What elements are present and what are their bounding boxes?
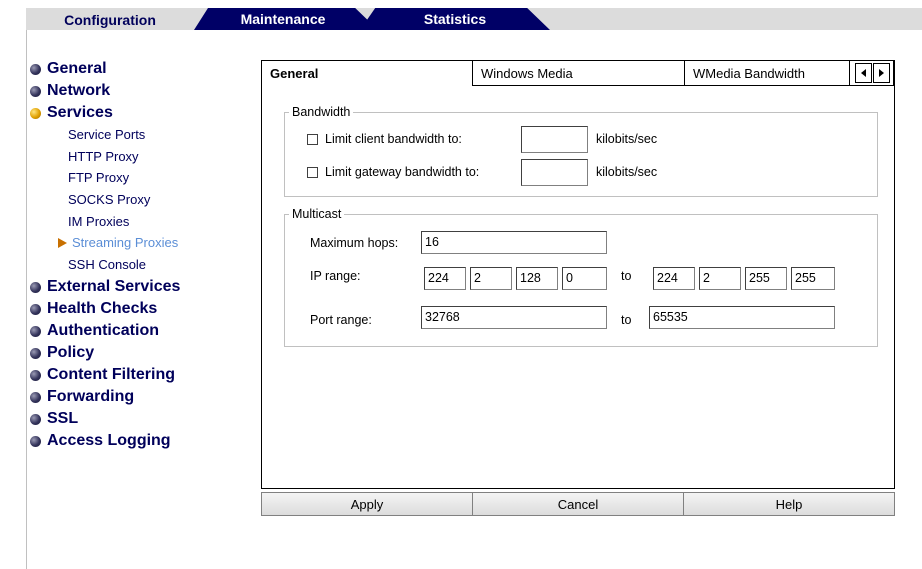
sidebar-item-label: Policy [47,344,95,362]
sidebar-item-label: Health Checks [47,300,158,318]
tab-windows-media[interactable]: Windows Media [473,61,685,86]
port-range-to-label: to [621,313,632,327]
current-arrow-icon [58,237,67,248]
services-submenu: Service Ports HTTP Proxy FTP Proxy SOCKS… [30,124,255,275]
sidebar-item-health-checks[interactable]: Health Checks [30,298,255,320]
help-button[interactable]: Help [684,492,895,516]
tab-maintenance-label: Maintenance [240,11,326,27]
sidebar-item-label: Content Filtering [47,366,175,384]
sidebar-subitem-label: Streaming Proxies [72,235,179,251]
arrow-right-icon [879,69,884,77]
tab-general[interactable]: General [262,61,473,86]
bullet-icon [30,435,41,447]
bandwidth-legend: Bandwidth [292,105,351,119]
ip-from-octet-2[interactable]: 2 [470,267,512,290]
arrow-left-icon [861,69,866,77]
ip-from-octet-4[interactable]: 0 [562,267,607,290]
sidebar-item-ssl[interactable]: SSL [30,408,255,430]
cancel-button[interactable]: Cancel [473,492,684,516]
sidebar-item-label: Network [47,82,111,99]
tab-scroll-right-button[interactable] [873,63,890,83]
bullet-icon [30,391,41,403]
port-from-input[interactable]: 32768 [421,306,607,329]
sidebar-item-label: General [47,60,107,77]
gateway-bandwidth-input[interactable] [521,159,588,186]
sidebar-item-services[interactable]: Services [30,102,255,124]
bullet-icon [30,369,41,381]
sidebar-item-policy[interactable]: Policy [30,342,255,364]
sidebar-item-label: Forwarding [47,388,135,406]
sidebar-item-access-logging[interactable]: Access Logging [30,430,255,452]
bullet-icon [30,347,41,359]
limit-gateway-bandwidth-label: Limit gateway bandwidth to: [325,165,480,179]
sidebar-item-forwarding[interactable]: Forwarding [30,386,255,408]
sidebar-item-network[interactable]: Network [30,80,255,102]
sidebar-item-label: SSL [47,410,79,428]
button-bar: Apply Cancel Help [261,492,895,516]
sidebar-subitem-im-proxies[interactable]: IM Proxies [68,210,255,232]
max-hops-label: Maximum hops: [310,236,399,250]
sidebar-item-content-filtering[interactable]: Content Filtering [30,364,255,386]
bullet-icon [30,281,41,293]
limit-client-bandwidth-label: Limit client bandwidth to: [325,132,462,146]
ip-from-octet-1[interactable]: 224 [424,267,466,290]
bullet-icon [30,303,41,315]
bullet-icon [30,325,41,337]
bullet-icon [30,413,41,425]
sidebar-item-general[interactable]: General [30,58,255,80]
tab-statistics-label: Statistics [423,11,487,27]
port-to-input[interactable]: 65535 [649,306,835,329]
sidebar-item-label: External Services [47,278,181,296]
tab-maintenance[interactable]: Maintenance [188,8,378,30]
ip-range-label: IP range: [310,269,361,283]
content-panel: General Windows Media WMedia Bandwidth B… [261,60,895,489]
sidebar-subitem-socks-proxy[interactable]: SOCKS Proxy [68,189,255,211]
tab-statistics[interactable]: Statistics [360,8,550,30]
port-range-label: Port range: [310,313,372,327]
sidebar-item-label: Services [47,104,113,121]
bullet-open-icon [30,107,41,119]
ip-to-octet-4[interactable]: 255 [791,267,835,290]
max-hops-input[interactable]: 16 [421,231,607,254]
tab-wmedia-bandwidth[interactable]: WMedia Bandwidth [685,61,850,86]
tab-configuration-label: Configuration [64,12,156,28]
bullet-icon [30,85,41,97]
client-bandwidth-unit: kilobits/sec [596,132,658,146]
ip-range-to-label: to [621,269,632,283]
sidebar-subitem-service-ports[interactable]: Service Ports [68,124,255,146]
sidebar-item-label: Access Logging [47,432,171,450]
multicast-legend: Multicast [292,207,342,221]
bullet-icon [30,63,41,75]
sidebar-nav: General Network Services Service Ports H… [30,58,255,452]
sidebar-subitem-http-proxy[interactable]: HTTP Proxy [68,146,255,168]
ip-to-octet-3[interactable]: 255 [745,267,787,290]
limit-gateway-bandwidth-checkbox[interactable] [307,167,318,178]
client-bandwidth-input[interactable] [521,126,588,153]
tab-scroll-left-button[interactable] [855,63,872,83]
ip-to-octet-2[interactable]: 2 [699,267,741,290]
sidebar-subitem-ftp-proxy[interactable]: FTP Proxy [68,167,255,189]
sidebar-item-label: Authentication [47,322,159,340]
apply-button[interactable]: Apply [261,492,473,516]
gateway-bandwidth-unit: kilobits/sec [596,165,658,179]
sidebar-subitem-streaming-proxies[interactable]: Streaming Proxies [58,232,255,254]
limit-client-bandwidth-checkbox[interactable] [307,134,318,145]
sidebar-item-external-services[interactable]: External Services [30,276,255,298]
sidebar-item-authentication[interactable]: Authentication [30,320,255,342]
ip-from-octet-3[interactable]: 128 [516,267,558,290]
content-tab-bar: General Windows Media WMedia Bandwidth [262,61,894,86]
sidebar-subitem-ssh-console[interactable]: SSH Console [68,254,255,276]
ip-to-octet-1[interactable]: 224 [653,267,695,290]
